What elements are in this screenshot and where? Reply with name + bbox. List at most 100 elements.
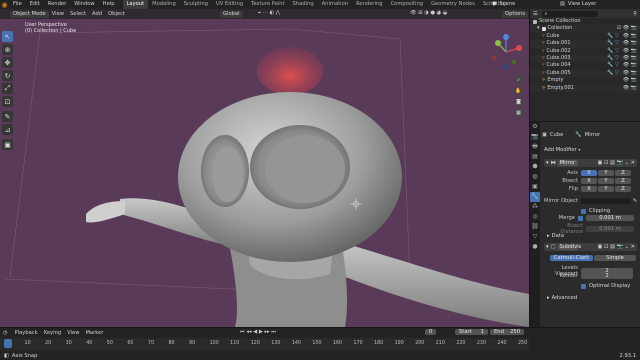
- blender-logo-icon[interactable]: ◉: [0, 0, 9, 9]
- bisect-distance-field[interactable]: 0.001 m: [586, 226, 634, 232]
- add-cube-tool-icon[interactable]: ▣: [2, 139, 13, 150]
- collapse-icon[interactable]: ▾: [546, 160, 549, 166]
- advanced-subpanel[interactable]: ▸ Advanced: [547, 295, 577, 301]
- bisect-z-toggle[interactable]: Z: [615, 178, 631, 184]
- menu-file[interactable]: File: [9, 0, 26, 9]
- expand-icon[interactable]: ▸: [547, 233, 550, 239]
- scale-tool-icon[interactable]: ⤢: [2, 83, 13, 94]
- ortho-toggle-icon[interactable]: ▦: [514, 108, 523, 117]
- render-levels-field[interactable]: 2: [581, 273, 633, 279]
- options-button[interactable]: Options: [502, 10, 529, 18]
- catmull-clark-button[interactable]: Catmull-Clark: [550, 255, 593, 261]
- bisect-y-toggle[interactable]: Y: [598, 178, 614, 184]
- start-frame-field[interactable]: Start 1: [455, 329, 488, 335]
- visibility-toggle-icon[interactable]: 👁 📷: [623, 40, 637, 47]
- flip-y-toggle[interactable]: Y: [598, 186, 614, 192]
- camera-view-icon[interactable]: ◙: [514, 97, 523, 106]
- data-tab-icon[interactable]: ▽: [530, 232, 540, 242]
- outliner-item[interactable]: ▿ Cube 🔧 ▽ 👁 📷: [530, 33, 640, 40]
- physics-tab-icon[interactable]: ◎: [530, 212, 540, 222]
- visibility-toggle-icon[interactable]: 👁 📷: [623, 70, 637, 77]
- overlay-icons[interactable]: 👁 ⊞ ◑ ● ◕ ◒: [410, 10, 447, 16]
- timeline-editor-icon[interactable]: ◷: [3, 330, 8, 336]
- tab-texture-paint[interactable]: Texture Paint: [247, 0, 288, 9]
- mirror-object-field[interactable]: [580, 198, 631, 204]
- snap-icon[interactable]: ⌖ ⋯ ◐ ⋀: [258, 10, 280, 17]
- outliner-type-icon[interactable]: ☰: [533, 11, 538, 17]
- menu-help[interactable]: Help: [99, 0, 119, 9]
- visibility-toggle-icon[interactable]: 👁 📷: [623, 33, 637, 40]
- select-tool-icon[interactable]: ↖: [2, 31, 13, 42]
- tab-sculpting[interactable]: Sculpting: [180, 0, 212, 9]
- visibility-toggle-icon[interactable]: 👁 📷: [623, 55, 637, 62]
- menu-window[interactable]: Window: [70, 0, 98, 9]
- merge-distance-field[interactable]: 0.001 m: [586, 215, 634, 221]
- merge-checkbox[interactable]: [578, 215, 583, 221]
- orientation-select[interactable]: Global: [220, 10, 243, 18]
- expand-icon[interactable]: ▸: [547, 295, 550, 301]
- tab-rendering[interactable]: Rendering: [352, 0, 387, 9]
- outliner-item[interactable]: ⟡ Empty 👁 📷: [530, 77, 640, 84]
- outliner-item[interactable]: ▿ Cube.004 🔧 ▽ 👁 📷: [530, 62, 640, 69]
- vp-menu-select[interactable]: Select: [67, 9, 89, 19]
- timeline-menu-playback[interactable]: Playback: [12, 328, 41, 338]
- rotate-tool-icon[interactable]: ↻: [2, 70, 13, 81]
- outliner-item[interactable]: ⟡ Empty.001 👁 📷: [530, 84, 640, 92]
- checkbox-icon[interactable]: ☑ 👁 📷: [617, 25, 637, 32]
- modifier-toggle-icons[interactable]: ▣ ⊡ ▤ 📷 ⌄ ✕: [597, 160, 635, 166]
- filter-icon[interactable]: ⚲: [633, 11, 637, 17]
- collapse-icon[interactable]: ▾: [546, 244, 549, 250]
- annotate-tool-icon[interactable]: ✎: [2, 111, 13, 122]
- simple-button[interactable]: Simple: [594, 255, 636, 261]
- outliner-scene-collection[interactable]: Scene Collection: [530, 18, 640, 25]
- render-tab-icon[interactable]: 📷: [530, 132, 540, 142]
- material-tab-icon[interactable]: ●: [530, 242, 540, 252]
- menu-render[interactable]: Render: [44, 0, 70, 9]
- visibility-toggle-icon[interactable]: 👁 📷: [623, 48, 637, 55]
- axis-y-toggle[interactable]: Y: [598, 170, 614, 176]
- outliner-item[interactable]: ▿ Cube.001 🔧 ▽ 👁 📷: [530, 40, 640, 48]
- current-frame-field[interactable]: 0: [425, 329, 437, 335]
- tab-animation[interactable]: Animation: [318, 0, 352, 9]
- tab-geometry-nodes[interactable]: Geometry Nodes: [427, 0, 479, 9]
- axis-x-toggle[interactable]: X: [581, 170, 597, 176]
- visibility-toggle-icon[interactable]: 👁 📷: [623, 85, 637, 92]
- flip-z-toggle[interactable]: Z: [615, 186, 631, 192]
- outliner-item[interactable]: ▿ Cube.002 🔧 ▽ 👁 📷: [530, 48, 640, 55]
- playback-controls[interactable]: ⏮ ◂◂ ◀ ▶ ▸▸ ⏭: [240, 329, 276, 336]
- outliner-item[interactable]: ▿ Cube.005 🔧 ▽ 👁 📷: [530, 69, 640, 78]
- tab-uv-editing[interactable]: UV Editing: [212, 0, 247, 9]
- timeline-menu-keying[interactable]: Keying: [41, 328, 64, 338]
- subsurf-modifier-header[interactable]: ▾ ▢ Subdivis ▣ ⊡ ▤ 📷 ⌄ ✕: [544, 243, 637, 251]
- measure-tool-icon[interactable]: ⊿: [2, 124, 13, 135]
- visibility-toggle-icon[interactable]: 👁 📷: [623, 77, 637, 84]
- timeline-menu-view[interactable]: View: [64, 328, 82, 338]
- output-tab-icon[interactable]: 🖶: [530, 142, 540, 152]
- end-frame-field[interactable]: End 250: [490, 329, 524, 335]
- vp-menu-object[interactable]: Object: [105, 9, 128, 19]
- outliner-collection[interactable]: ▾ Collection ☑ 👁 📷: [530, 25, 640, 33]
- add-modifier-button[interactable]: Add Modifier ▾: [544, 147, 636, 153]
- playhead[interactable]: [4, 339, 12, 348]
- tab-layout[interactable]: Layout: [122, 0, 149, 9]
- cursor-tool-icon[interactable]: ⊕: [2, 44, 13, 55]
- modifier-toggle-icons[interactable]: ▣ ⊡ ▤ 📷 ⌄ ✕: [597, 244, 635, 250]
- flip-x-toggle[interactable]: X: [581, 186, 597, 192]
- constraints-tab-icon[interactable]: ⛓: [530, 222, 540, 232]
- menu-edit[interactable]: Edit: [26, 0, 44, 9]
- tab-shading[interactable]: Shading: [289, 0, 318, 9]
- vp-menu-view[interactable]: View: [49, 9, 67, 19]
- timeline-ruler[interactable]: 0102030405060708090100110120130140150160…: [0, 338, 529, 350]
- vp-menu-add[interactable]: Add: [89, 9, 105, 19]
- bisect-x-toggle[interactable]: X: [581, 178, 597, 184]
- world-tab-icon[interactable]: ◍: [530, 172, 540, 182]
- move-tool-icon[interactable]: ✥: [2, 57, 13, 68]
- eyedropper-icon[interactable]: ✎: [633, 198, 637, 204]
- subsurf-name-field[interactable]: Subdivis: [557, 244, 581, 250]
- axis-z-toggle[interactable]: Z: [615, 170, 631, 176]
- clipping-checkbox[interactable]: Clipping: [581, 208, 610, 214]
- zoom-icon[interactable]: ⌕: [514, 75, 523, 84]
- modifier-tab-icon[interactable]: 🔧: [530, 192, 540, 202]
- scene-selector[interactable]: ⬢ Scene: [492, 1, 515, 7]
- navigation-gizmo[interactable]: [488, 34, 524, 70]
